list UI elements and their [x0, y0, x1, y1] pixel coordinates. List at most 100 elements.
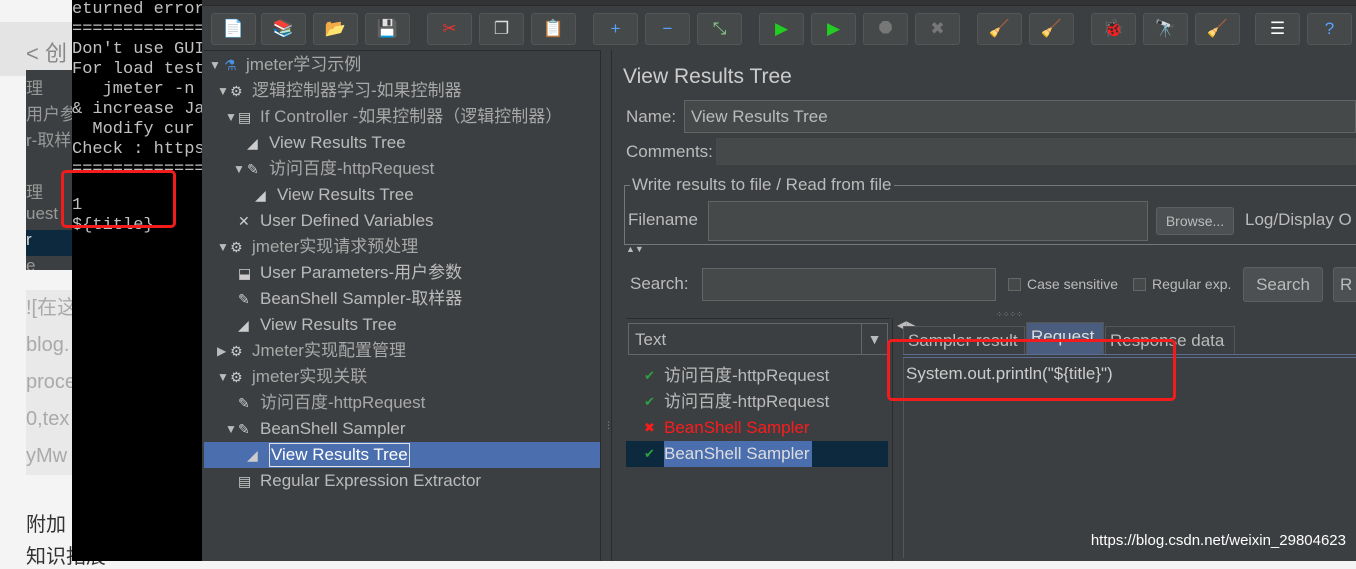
paste-button[interactable]: 📋: [531, 13, 576, 45]
tree-item[interactable]: ✎ 访问百度-httpRequest: [204, 390, 600, 416]
comments-input[interactable]: [716, 138, 1356, 165]
collapse-arrow-icon[interactable]: ▼: [225, 104, 237, 130]
annotation-box-request: [887, 339, 1176, 401]
tree-item-label: jmeter学习示例: [246, 55, 362, 74]
tree-item[interactable]: ◢ View Results Tree: [204, 442, 600, 468]
expand-icon: +: [610, 19, 621, 38]
shutdown-icon: ✖: [930, 19, 945, 38]
search-button[interactable]: Search: [1243, 267, 1323, 302]
section-heading: 附加: [26, 514, 66, 536]
start-icon: ▶: [774, 19, 789, 38]
start-button[interactable]: ▶: [759, 13, 804, 45]
collapse-button[interactable]: −: [645, 13, 690, 45]
results-panel: View Results Tree Name: View Results Tre…: [612, 50, 1356, 561]
name-input[interactable]: View Results Tree: [684, 100, 1356, 133]
toggle-button[interactable]: ⤡: [697, 13, 742, 45]
tree-item-label: User Parameters-用户参数: [260, 263, 463, 282]
gear-icon: ⚙: [230, 83, 243, 99]
regular-exp-checkbox[interactable]: [1133, 278, 1146, 291]
templates-icon: 📚: [272, 19, 295, 38]
function-helper-icon: 🐞: [1102, 19, 1125, 38]
tree-item[interactable]: ✎ BeanShell Sampler-取样器: [204, 286, 600, 312]
splitter-arrows[interactable]: ▲▼: [626, 244, 644, 254]
tree-item[interactable]: ⬓ User Parameters-用户参数: [204, 260, 600, 286]
pen-icon: ✎: [247, 161, 259, 177]
start-no-pauses-button[interactable]: ▶: [811, 13, 856, 45]
reset-search-button[interactable]: 🧹: [1195, 13, 1240, 45]
pen-icon: ✎: [238, 395, 250, 411]
function-helper-button[interactable]: 🐞: [1091, 13, 1136, 45]
tree-item-label: View Results Tree: [269, 133, 406, 152]
tree-item-label: If Controller -如果控制器（逻辑控制器）: [260, 107, 563, 126]
result-item[interactable]: ✔ 访问百度-httpRequest: [626, 363, 888, 389]
tree-item[interactable]: ▼ ✎ BeanShell Sampler: [204, 416, 600, 442]
result-item[interactable]: ✔ 访问百度-httpRequest: [626, 389, 888, 415]
copy-button[interactable]: ❐: [479, 13, 524, 45]
renderer-select[interactable]: Text ▼: [628, 323, 888, 355]
expand-arrow-icon[interactable]: ▶: [217, 338, 226, 364]
open-button[interactable]: 📂: [313, 13, 358, 45]
start-no-pauses-icon: ▶: [826, 19, 841, 38]
tree-item[interactable]: ▼ ⚙ jmeter实现关联: [204, 364, 600, 390]
tree-item-label: 逻辑控制器学习-如果控制器: [252, 81, 462, 100]
search-button[interactable]: 🔭: [1143, 13, 1188, 45]
browse-button[interactable]: Browse...: [1156, 207, 1234, 235]
chevron-down-icon[interactable]: ▼: [861, 324, 887, 355]
open-icon: 📂: [324, 19, 347, 38]
new-button[interactable]: 📄: [211, 13, 256, 45]
tree-item[interactable]: ◢ View Results Tree: [204, 312, 600, 338]
screenshot-line: r-取样: [26, 131, 72, 150]
templates-button[interactable]: 📚: [261, 13, 306, 45]
tree-item[interactable]: ▼ ⚗ jmeter学习示例: [204, 52, 600, 78]
tree-item[interactable]: ◢ View Results Tree: [204, 182, 600, 208]
collapse-icon: −: [662, 19, 673, 38]
tree-item[interactable]: ▼ ⚙ 逻辑控制器学习-如果控制器: [204, 78, 600, 104]
help-button[interactable]: ?: [1307, 13, 1352, 45]
tree-item[interactable]: ▼ ✎ 访问百度-httpRequest: [204, 156, 600, 182]
tree-item-label: Jmeter实现配置管理: [252, 341, 406, 360]
save-button[interactable]: 💾: [365, 13, 410, 45]
shutdown-button[interactable]: ✖: [915, 13, 960, 45]
expand-button[interactable]: +: [593, 13, 638, 45]
collapse-arrow-icon[interactable]: ▼: [217, 234, 229, 260]
tree-item-label: jmeter实现请求预处理: [252, 237, 419, 256]
stop-button[interactable]: ⯃: [863, 13, 908, 45]
collapse-arrow-icon[interactable]: ▼: [217, 78, 229, 104]
split-divider[interactable]: ⋮: [600, 50, 613, 561]
screenshot-line: 理: [26, 183, 43, 202]
pen-icon: ✎: [238, 291, 250, 307]
cut-button[interactable]: ✂: [427, 13, 472, 45]
success-shield-icon: ✔: [644, 368, 655, 383]
reset-button[interactable]: R: [1333, 267, 1356, 302]
tree-item[interactable]: ▼ ⚙ jmeter实现请求预处理: [204, 234, 600, 260]
terminal-line: Modify cur: [72, 120, 195, 139]
collapse-arrow-icon[interactable]: ▼: [225, 416, 237, 442]
terminal-line: For load test: [72, 60, 202, 79]
tree-item[interactable]: ✕ User Defined Variables: [204, 208, 600, 234]
case-sensitive-checkbox[interactable]: [1008, 278, 1021, 291]
search-input[interactable]: [702, 268, 996, 301]
jmeter-window: 📄 📚 📂 💾 ✂ ❐ 📋 + − ⤡ ▶ ▶ ⯃ ✖ 🧹 🧹 🐞 🔭 🧹 ☰? ▼ ⚗ jmeter学习示例 ▼ ⚙ 逻辑控制…: [202, 0, 1356, 561]
flask-icon: ⚗: [224, 57, 237, 73]
collapse-arrow-icon[interactable]: ▼: [209, 52, 221, 78]
collapse-arrow-icon[interactable]: ▼: [217, 364, 229, 390]
filename-input[interactable]: [708, 201, 1148, 241]
tree-item[interactable]: ▶ ⚙ Jmeter实现配置管理: [204, 338, 600, 364]
clear-all-button[interactable]: 🧹: [1029, 13, 1074, 45]
log-viewer-button[interactable]: ☰: [1255, 13, 1300, 45]
result-item[interactable]: ✖ BeanShell Sampler: [626, 415, 888, 441]
clear-icon: 🧹: [988, 19, 1011, 38]
tree-item[interactable]: ▤ Regular Expression Extractor: [204, 468, 600, 494]
error-shield-icon: ✖: [644, 420, 655, 435]
clear-button[interactable]: 🧹: [977, 13, 1022, 45]
result-item[interactable]: ✔ BeanShell Sampler: [626, 441, 888, 467]
code-block: ![在这 blog. proce 0,tex yMw: [26, 290, 74, 475]
comments-label: Comments:: [626, 142, 713, 161]
code-line: yMw: [26, 445, 68, 467]
success-shield-icon: ✔: [644, 394, 655, 409]
collapse-arrow-icon[interactable]: ▼: [233, 156, 245, 182]
tree-item[interactable]: ▼ ▤ If Controller -如果控制器（逻辑控制器）: [204, 104, 600, 130]
back-link[interactable]: < 创: [26, 36, 67, 68]
tree-item[interactable]: ◢ View Results Tree: [204, 130, 600, 156]
chart-icon: ◢: [255, 187, 266, 203]
